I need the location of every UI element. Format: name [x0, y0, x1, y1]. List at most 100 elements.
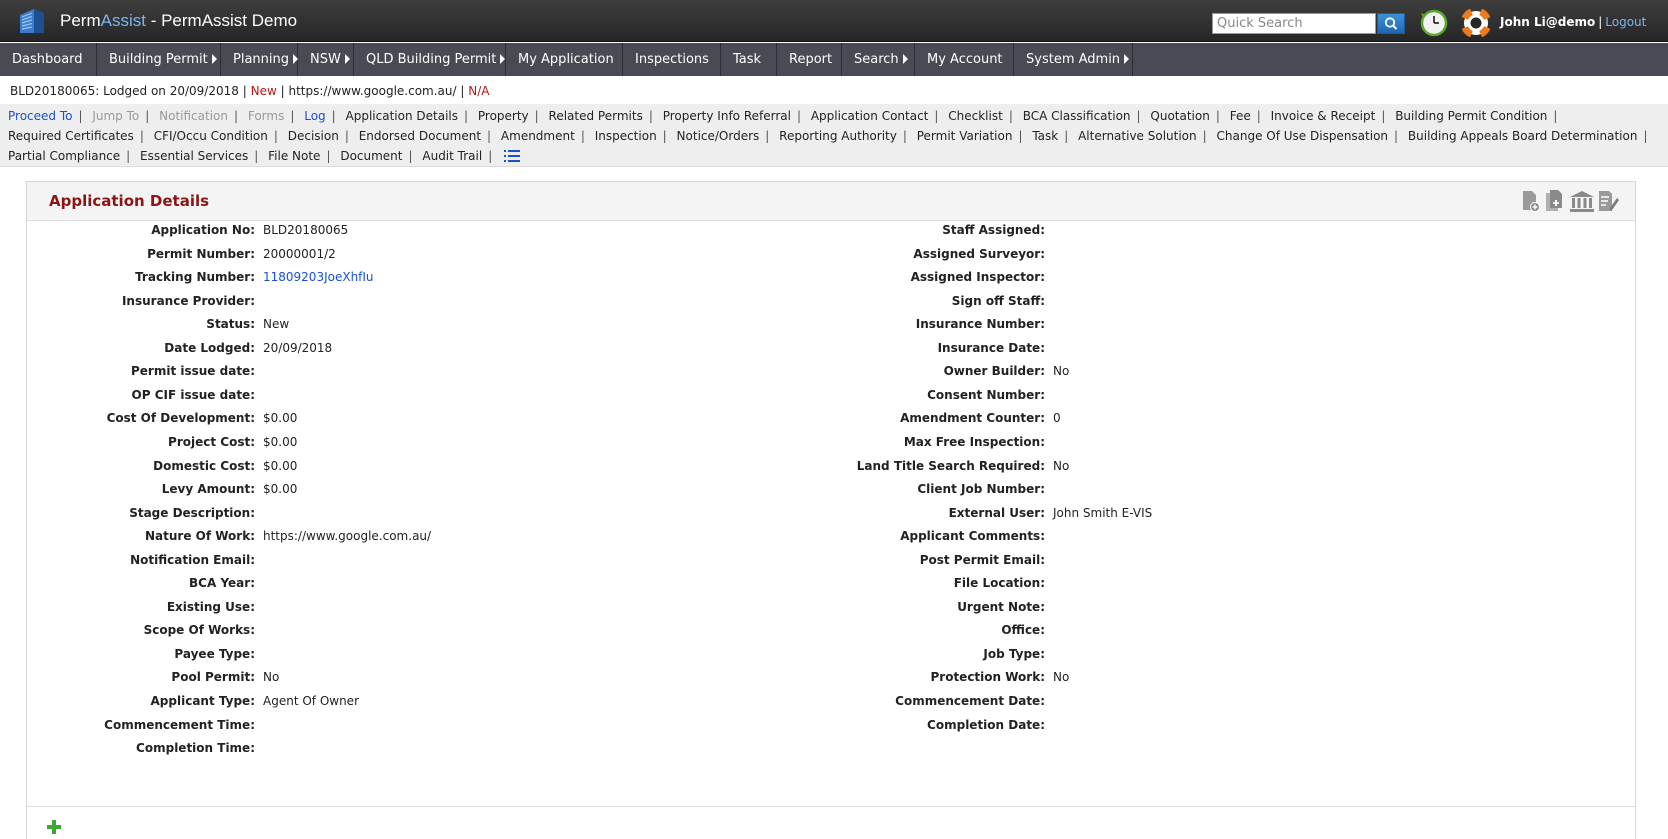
- menu-item-building-permit[interactable]: Building Permit: [97, 43, 221, 76]
- section-link-essential-services[interactable]: Essential Services: [140, 149, 248, 163]
- link-separator: |: [1553, 109, 1558, 123]
- field-label-external-user: External User:: [948, 505, 1045, 520]
- field-label-date-lodged: Date Lodged:: [164, 340, 255, 355]
- section-link-bca-classification[interactable]: BCA Classification: [1023, 109, 1131, 123]
- field-label-staff-assigned: Staff Assigned:: [942, 223, 1045, 237]
- menu-item-label: My Account: [927, 52, 1003, 67]
- quick-search-input[interactable]: [1212, 13, 1376, 34]
- field-label-stage-description: Stage Description:: [129, 505, 255, 520]
- field-label-pool-permit: Pool Permit:: [171, 670, 255, 685]
- section-link-related-permits[interactable]: Related Permits: [549, 109, 643, 123]
- section-link-application-details[interactable]: Application Details: [346, 109, 458, 123]
- link-separator: |: [765, 129, 770, 143]
- lifebuoy-help-icon[interactable]: [1462, 9, 1490, 37]
- section-link-notification[interactable]: Notification: [159, 109, 228, 123]
- section-link-inspection[interactable]: Inspection: [595, 129, 657, 143]
- menu-item-my-application[interactable]: My Application: [506, 43, 623, 76]
- section-link-required-certificates[interactable]: Required Certificates: [8, 129, 134, 143]
- section-link-cfi-occu-condition[interactable]: CFI/Occu Condition: [154, 129, 268, 143]
- link-separator: |: [290, 109, 295, 123]
- section-link-notice-orders[interactable]: Notice/Orders: [677, 129, 760, 143]
- field-label-insurance-date: Insurance Date:: [937, 340, 1045, 355]
- section-link-amendment[interactable]: Amendment: [501, 129, 575, 143]
- field-label-application-no: Application No:: [151, 223, 255, 237]
- field-value-tracking-number[interactable]: 11809203JoeXhfIu: [263, 270, 374, 284]
- search-button[interactable]: [1377, 13, 1405, 34]
- section-link-property[interactable]: Property: [478, 109, 529, 123]
- section-link-forms[interactable]: Forms: [248, 109, 284, 123]
- field-value-protection-work: No: [1053, 670, 1070, 685]
- field-value-cost-of-development: $0.00: [263, 411, 298, 426]
- section-link-alternative-solution[interactable]: Alternative Solution: [1078, 129, 1197, 143]
- bank-building-icon[interactable]: [1569, 189, 1595, 213]
- section-link-fee[interactable]: Fee: [1230, 109, 1251, 123]
- field-label-levy-amount: Levy Amount:: [161, 482, 255, 497]
- menu-item-label: Report: [789, 52, 833, 67]
- menu-item-search[interactable]: Search: [842, 43, 915, 76]
- section-link-task[interactable]: Task: [1032, 129, 1058, 143]
- section-link-endorsed-document[interactable]: Endorsed Document: [359, 129, 481, 143]
- menu-item-planning[interactable]: Planning: [221, 43, 298, 76]
- context-extra: N/A: [468, 84, 490, 98]
- field-label-office: Office:: [1001, 623, 1045, 638]
- menu-item-report[interactable]: Report: [777, 43, 842, 76]
- section-link-file-note[interactable]: File Note: [268, 149, 320, 163]
- copy-document-icon[interactable]: [1544, 189, 1566, 213]
- list-menu-icon[interactable]: [504, 149, 521, 163]
- menu-item-system-admin[interactable]: System Admin: [1014, 43, 1133, 76]
- caret-right-icon: [500, 54, 506, 64]
- section-link-checklist[interactable]: Checklist: [948, 109, 1003, 123]
- application-status: New: [250, 84, 277, 98]
- menu-item-inspections[interactable]: Inspections: [623, 43, 721, 76]
- menu-item-label: Building Permit: [109, 52, 208, 67]
- section-link-building-appeals-board-determination[interactable]: Building Appeals Board Determination: [1408, 129, 1638, 143]
- section-link-audit-trail[interactable]: Audit Trail: [422, 149, 482, 163]
- link-separator: |: [902, 129, 907, 143]
- section-link-log[interactable]: Log: [304, 109, 325, 123]
- section-link-decision[interactable]: Decision: [288, 129, 339, 143]
- logout-link[interactable]: Logout: [1605, 15, 1646, 29]
- section-link-proceed-to[interactable]: Proceed To: [8, 109, 72, 123]
- section-link-quotation[interactable]: Quotation: [1150, 109, 1209, 123]
- section-link-application-contact[interactable]: Application Contact: [811, 109, 929, 123]
- search-icon: [1384, 17, 1398, 30]
- main-menu-list: Dashboard Building Permit Planning NSW QLD B…: [0, 43, 1668, 76]
- field-label-file-location: File Location:: [953, 576, 1045, 591]
- section-link-document[interactable]: Document: [340, 149, 402, 163]
- menu-item-dashboard[interactable]: Dashboard: [0, 43, 97, 76]
- section-link-partial-compliance[interactable]: Partial Compliance: [8, 149, 120, 163]
- user-name: John Li@demo: [1500, 15, 1596, 29]
- field-label-applicant-type: Applicant Type:: [150, 694, 255, 708]
- user-area: John Li@demo | Logout: [1500, 15, 1646, 29]
- section-link-invoice-receipt[interactable]: Invoice & Receipt: [1271, 109, 1376, 123]
- link-separator: |: [1215, 109, 1220, 123]
- application-details-panel: Application Details Application No: BLD20…: [26, 181, 1636, 839]
- field-value-owner-builder: No: [1053, 364, 1070, 379]
- link-separator: |: [648, 109, 653, 123]
- section-link-building-permit-condition[interactable]: Building Permit Condition: [1395, 109, 1547, 123]
- clock-history-icon[interactable]: [1420, 9, 1448, 37]
- section-link-jump-to[interactable]: Jump To: [92, 109, 139, 123]
- add-document-icon[interactable]: [1520, 189, 1542, 213]
- link-separator: |: [126, 149, 131, 163]
- brand-name-part2: Assist: [100, 11, 146, 30]
- section-link-permit-variation[interactable]: Permit Variation: [917, 129, 1013, 143]
- field-value-amendment-counter: 0: [1053, 411, 1061, 426]
- panel-title: Application Details: [49, 192, 210, 210]
- menu-item-label: Inspections: [635, 52, 709, 67]
- link-separator: |: [1202, 129, 1207, 143]
- section-link-reporting-authority[interactable]: Reporting Authority: [779, 129, 897, 143]
- plus-add-icon[interactable]: [47, 820, 61, 834]
- menu-item-task[interactable]: Task: [721, 43, 777, 76]
- section-link-change-of-use-dispensation[interactable]: Change Of Use Dispensation: [1217, 129, 1389, 143]
- link-separator: |: [326, 149, 331, 163]
- edit-document-icon[interactable]: [1597, 189, 1619, 213]
- field-label-insurance-number: Insurance Number:: [915, 317, 1045, 332]
- menu-item-nsw[interactable]: NSW: [298, 43, 354, 76]
- menu-item-qld-building-permit[interactable]: QLD Building Permit: [354, 43, 506, 76]
- link-separator: |: [331, 109, 336, 123]
- field-label-sign-off-staff: Sign off Staff:: [951, 293, 1045, 308]
- menu-item-my-account[interactable]: My Account: [915, 43, 1014, 76]
- section-link-property-info-referral[interactable]: Property Info Referral: [663, 109, 791, 123]
- link-separator: |: [408, 149, 413, 163]
